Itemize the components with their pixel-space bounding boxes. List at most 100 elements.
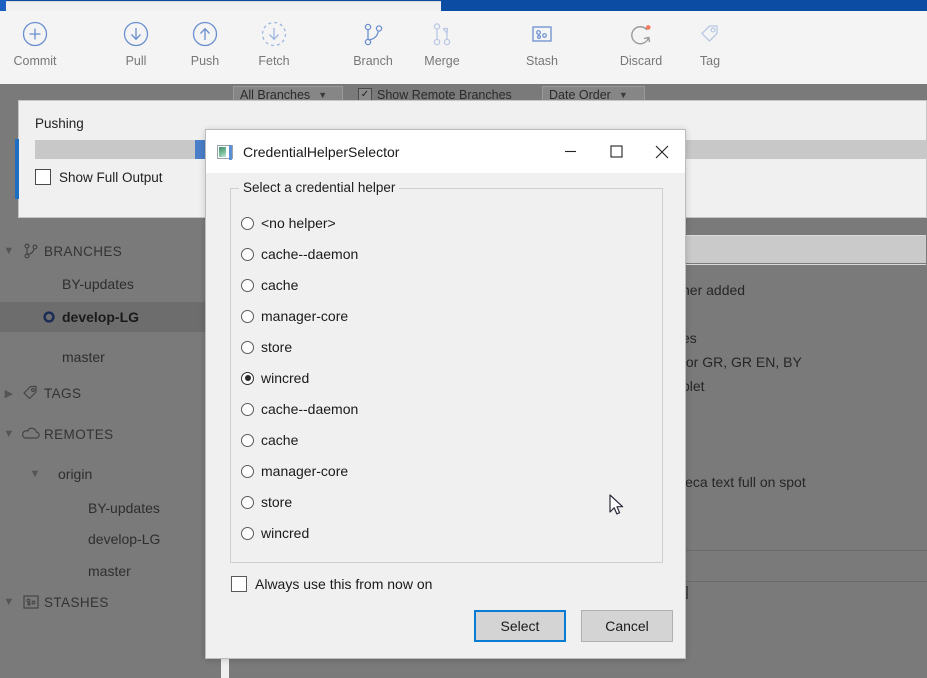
checkbox-box bbox=[231, 576, 247, 592]
chevron-down-icon: ▼ bbox=[3, 245, 15, 257]
toolbar-label: Stash bbox=[526, 54, 558, 68]
sidebar-remote-branch-develop-lg[interactable]: develop-LG bbox=[0, 524, 229, 554]
sidebar-section-stashes[interactable]: ▼ STASHES bbox=[0, 587, 229, 617]
radio-icon bbox=[241, 433, 254, 447]
app-window: Commit Pull Push Fetch Branch Merge Stas… bbox=[0, 0, 927, 678]
show-full-output-checkbox[interactable]: Show Full Output bbox=[35, 169, 163, 185]
radio-option-cache-1[interactable]: cache bbox=[241, 274, 298, 296]
radio-icon bbox=[241, 278, 254, 292]
remote-branch-label: develop-LG bbox=[88, 531, 161, 547]
fetch-dashed-circle-icon bbox=[239, 17, 309, 51]
java-window-icon bbox=[217, 144, 233, 160]
radio-label: cache--daemon bbox=[261, 246, 359, 262]
push-up-arrow-circle-icon bbox=[170, 17, 240, 51]
sidebar-section-label: TAGS bbox=[44, 385, 82, 401]
chevron-down-icon: ▼ bbox=[29, 468, 41, 480]
sidebar-remote-branch-master[interactable]: master bbox=[0, 556, 229, 586]
remote-branch-label: master bbox=[88, 563, 131, 579]
stash-icon bbox=[18, 592, 44, 612]
radio-label: <no helper> bbox=[261, 215, 336, 231]
select-button[interactable]: Select bbox=[474, 610, 566, 642]
radio-label: wincred bbox=[261, 370, 310, 386]
toolbar-label: Discard bbox=[619, 54, 663, 68]
sidebar-section-label: REMOTES bbox=[44, 426, 114, 442]
radio-option-store-1[interactable]: store bbox=[241, 336, 292, 358]
branch-label: BY-updates bbox=[62, 276, 134, 292]
commit-message: ner added bbox=[682, 282, 746, 298]
radio-icon bbox=[241, 216, 254, 230]
credential-helper-dialog: CredentialHelperSelector Select a creden… bbox=[205, 129, 686, 659]
window-tab-strip bbox=[0, 0, 927, 12]
commit-plus-circle-icon bbox=[0, 17, 70, 51]
toolbar-button-commit[interactable]: Commit bbox=[0, 17, 70, 68]
toolbar-button-tag[interactable]: Tag bbox=[675, 17, 745, 68]
sidebar-branch-master[interactable]: master bbox=[0, 342, 229, 372]
pull-down-arrow-circle-icon bbox=[101, 17, 171, 51]
remote-branch-label: BY-updates bbox=[88, 500, 160, 516]
always-use-checkbox[interactable]: Always use this from now on bbox=[231, 576, 432, 592]
discard-refresh-icon bbox=[606, 17, 676, 51]
dialog-title-bar[interactable]: CredentialHelperSelector bbox=[206, 130, 685, 173]
radio-option-cache-2[interactable]: cache bbox=[241, 429, 298, 451]
maximize-icon[interactable] bbox=[593, 130, 639, 173]
branch-icon bbox=[18, 241, 44, 261]
radio-label: cache bbox=[261, 432, 299, 448]
commit-message: for GR, GR EN, BY bbox=[682, 354, 802, 370]
checkbox-box bbox=[35, 169, 51, 185]
radio-label: cache bbox=[261, 277, 299, 293]
radio-icon-selected bbox=[241, 371, 254, 385]
radio-option-manager-core-1[interactable]: manager-core bbox=[241, 305, 348, 327]
toolbar-button-fetch[interactable]: Fetch bbox=[239, 17, 309, 68]
radio-label: manager-core bbox=[261, 308, 349, 324]
toolbar-button-pull[interactable]: Pull bbox=[101, 17, 171, 68]
sidebar-section-tags[interactable]: ▶ TAGS bbox=[0, 378, 229, 408]
radio-icon bbox=[241, 495, 254, 509]
cloud-icon bbox=[18, 424, 44, 444]
cancel-button[interactable]: Cancel bbox=[581, 610, 673, 642]
radio-option-wincred-2[interactable]: wincred bbox=[241, 522, 309, 544]
branch-label: master bbox=[62, 349, 105, 365]
radio-option-cache-daemon-1[interactable]: cache--daemon bbox=[241, 243, 358, 265]
branch-icon bbox=[338, 17, 408, 51]
toolbar-label: Tag bbox=[699, 54, 721, 68]
credential-helper-group: Select a credential helper <no helper> c… bbox=[230, 180, 663, 563]
chevron-right-icon: ▶ bbox=[4, 387, 14, 400]
sidebar-section-label: STASHES bbox=[44, 594, 109, 610]
group-label: Select a credential helper bbox=[239, 180, 400, 195]
toolbar-button-stash[interactable]: Stash bbox=[507, 17, 577, 68]
window-accent-bar bbox=[15, 139, 19, 199]
chevron-down-icon: ▼ bbox=[318, 90, 328, 100]
mouse-cursor bbox=[609, 494, 627, 523]
radio-label: cache--daemon bbox=[261, 401, 359, 417]
sidebar-section-branches[interactable]: ▼ BRANCHES bbox=[0, 236, 229, 266]
tag-icon bbox=[675, 17, 745, 51]
sidebar-section-label: BRANCHES bbox=[44, 243, 123, 259]
radio-icon bbox=[241, 309, 254, 323]
close-icon[interactable] bbox=[639, 130, 685, 173]
radio-option-no-helper[interactable]: <no helper> bbox=[241, 212, 336, 234]
radio-label: store bbox=[261, 494, 293, 510]
chevron-down-icon: ▼ bbox=[3, 596, 15, 608]
radio-option-cache-daemon-2[interactable]: cache--daemon bbox=[241, 398, 358, 420]
toolbar-button-branch[interactable]: Branch bbox=[338, 17, 408, 68]
sidebar-remote-branch-by-updates[interactable]: BY-updates bbox=[0, 493, 229, 523]
minimize-icon[interactable] bbox=[547, 130, 593, 173]
sidebar-remote-origin[interactable]: ▼ origin bbox=[0, 459, 229, 489]
toolbar-button-push[interactable]: Push bbox=[170, 17, 240, 68]
toolbar-button-merge[interactable]: Merge bbox=[407, 17, 477, 68]
sidebar-section-remotes[interactable]: ▼ REMOTES bbox=[0, 419, 229, 449]
sidebar-branch-by-updates[interactable]: BY-updates bbox=[0, 269, 229, 299]
toolbar-label: Pull bbox=[125, 54, 147, 68]
toolbar-label: Branch bbox=[353, 54, 393, 68]
sidebar-branch-develop-lg[interactable]: develop-LG bbox=[0, 302, 229, 332]
toolbar-button-discard[interactable]: Discard bbox=[606, 17, 676, 68]
toolbar-label: Fetch bbox=[258, 54, 290, 68]
radio-icon bbox=[241, 464, 254, 478]
radio-icon bbox=[241, 526, 254, 540]
radio-option-manager-core-2[interactable]: manager-core bbox=[241, 460, 348, 482]
radio-option-wincred-1[interactable]: wincred bbox=[241, 367, 309, 389]
main-toolbar: Commit Pull Push Fetch Branch Merge Stas… bbox=[0, 11, 927, 85]
current-branch-dot-icon bbox=[36, 310, 62, 324]
radio-icon bbox=[241, 247, 254, 261]
radio-option-store-2[interactable]: store bbox=[241, 491, 292, 513]
